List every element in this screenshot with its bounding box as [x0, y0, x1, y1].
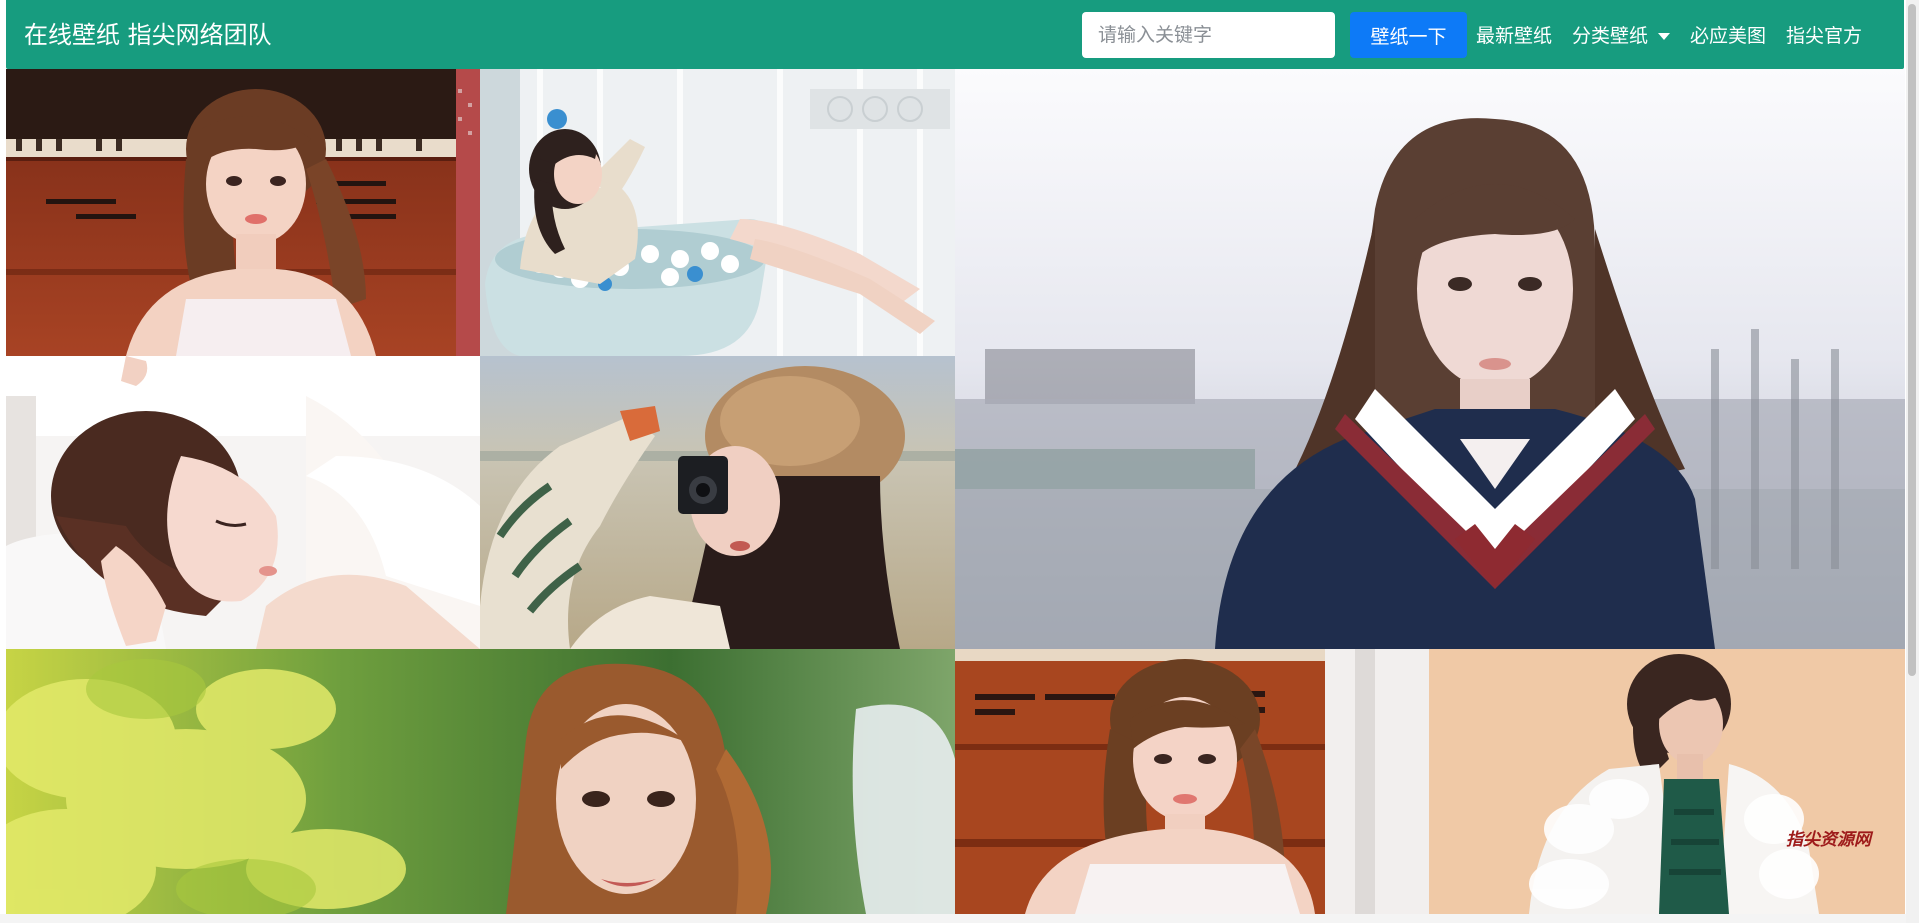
nav-category-label: 分类壁纸: [1572, 25, 1649, 47]
wallpaper-thumbnail-6[interactable]: [6, 649, 955, 914]
wallpaper-image-3: [6, 356, 480, 649]
scrollbar-thumb[interactable]: [1908, 4, 1916, 676]
wallpaper-thumbnail-4[interactable]: [480, 356, 955, 649]
wallpaper-image-7: [955, 649, 1429, 914]
wallpaper-thumbnail-7[interactable]: [955, 649, 1429, 914]
watermark-text: 指尖资源网: [1786, 830, 1871, 850]
page-bottom-edge: [0, 914, 1906, 923]
wallpaper-image-4: [480, 356, 955, 649]
wallpaper-thumbnail-1[interactable]: [6, 69, 480, 356]
wallpaper-thumbnail-2[interactable]: [480, 69, 955, 356]
wallpaper-thumbnail-8[interactable]: 指尖资源网: [1429, 649, 1905, 914]
wallpaper-image-1: [6, 69, 480, 356]
caret-down-icon: [1658, 32, 1671, 40]
vertical-scrollbar[interactable]: [1906, 0, 1919, 923]
nav-latest-wallpapers[interactable]: 最新壁纸: [1476, 20, 1552, 52]
site-brand[interactable]: 在线壁纸 指尖网络团队: [24, 18, 272, 52]
search-button[interactable]: 壁纸一下: [1350, 12, 1467, 58]
wallpaper-image-6: [6, 649, 955, 914]
nav-official-site[interactable]: 指尖官方: [1786, 20, 1862, 52]
search-input[interactable]: [1082, 12, 1335, 58]
wallpaper-image-5: [955, 69, 1905, 649]
wallpaper-thumbnail-3[interactable]: [6, 356, 480, 649]
wallpaper-thumbnail-5[interactable]: [955, 69, 1905, 649]
wallpaper-image-8: [1429, 649, 1905, 914]
nav-category-dropdown[interactable]: 分类壁纸: [1572, 20, 1671, 52]
nav-links: 最新壁纸 分类壁纸 必应美图 指尖官方: [1476, 20, 1862, 52]
page: 在线壁纸 指尖网络团队 壁纸一下 最新壁纸 分类壁纸 必应美图 指尖官方: [0, 0, 1919, 923]
nav-bing-images[interactable]: 必应美图: [1690, 20, 1766, 52]
top-navbar: 在线壁纸 指尖网络团队 壁纸一下 最新壁纸 分类壁纸 必应美图 指尖官方: [6, 0, 1904, 69]
wallpaper-image-2: [480, 69, 955, 356]
